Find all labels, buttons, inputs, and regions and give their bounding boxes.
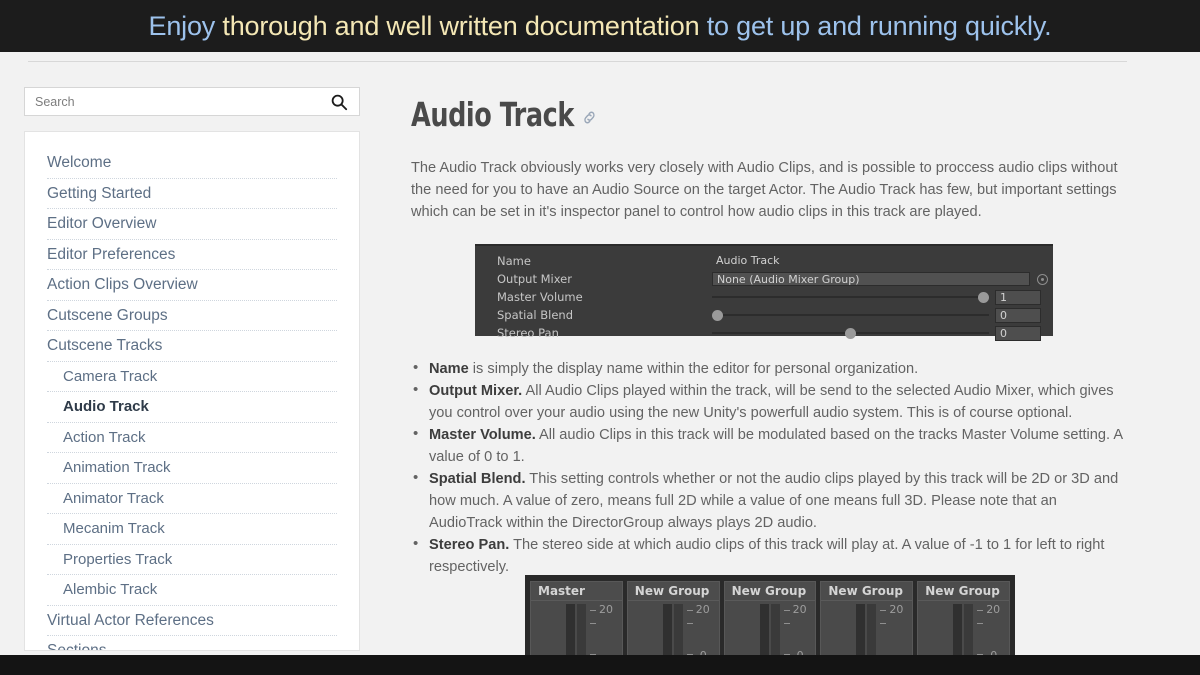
mixer-strip-title: New Group bbox=[918, 582, 1009, 601]
bullet-text: This setting controls whether or not the… bbox=[429, 471, 1119, 531]
scale-tick bbox=[590, 623, 596, 624]
sidebar-item-audio-track[interactable]: Audio Track bbox=[47, 392, 337, 423]
sidebar-item-getting-started[interactable]: Getting Started bbox=[47, 179, 337, 209]
list-item: Spatial Blend. This setting controls whe… bbox=[411, 467, 1127, 534]
inspector-row-output-mixer: Output Mixer None (Audio Mixer Group) bbox=[475, 270, 1053, 288]
scale-tick bbox=[686, 610, 693, 611]
inspector-row-master-volume: Master Volume 1 bbox=[475, 288, 1053, 306]
banner-text-part-3: to get up and running quickly. bbox=[699, 10, 1052, 41]
bullet-text: The stereo side at which audio clips of … bbox=[429, 537, 1105, 575]
banner-text-part-2: thorough and well written documentation bbox=[222, 10, 700, 41]
slider-knob[interactable] bbox=[712, 310, 723, 321]
inspector-value-spatial-blend[interactable]: 0 bbox=[995, 307, 1041, 323]
list-item: Master Volume. All audio Clips in this t… bbox=[411, 423, 1127, 468]
scale-tick bbox=[977, 610, 984, 611]
search-input[interactable] bbox=[25, 88, 315, 115]
inspector-label-master-volume: Master Volume bbox=[497, 290, 583, 304]
scale-tick bbox=[686, 623, 693, 624]
bullet-term: Stereo Pan. bbox=[429, 537, 510, 553]
list-item: Name is simply the display name within t… bbox=[411, 357, 1127, 380]
mixer-strip-title: New Group bbox=[724, 582, 816, 601]
bullet-term: Output Mixer. bbox=[429, 383, 523, 399]
inspector-figure: Name Audio Track Output Mixer None (Audi… bbox=[475, 244, 1053, 341]
scale-tick bbox=[977, 623, 984, 624]
sidebar-item-sections[interactable]: Sections bbox=[47, 636, 337, 650]
scale-label-top: 20 bbox=[792, 603, 807, 616]
stereo-pan-slider[interactable] bbox=[712, 326, 989, 340]
inspector-label-stereo-pan: Stereo Pan bbox=[497, 326, 559, 340]
settings-bullet-list: Name is simply the display name within t… bbox=[411, 357, 1127, 578]
slider-track bbox=[712, 296, 989, 298]
mixer-strip-title: New Group bbox=[627, 582, 719, 601]
list-item: Output Mixer. All Audio Clips played wit… bbox=[411, 379, 1127, 424]
link-icon[interactable] bbox=[582, 95, 597, 124]
inspector-row-stereo-pan: Stereo Pan 0 bbox=[475, 324, 1053, 342]
inspector-label-name: Name bbox=[497, 254, 531, 268]
scale-tick bbox=[880, 623, 887, 624]
bullet-term: Master Volume. bbox=[429, 427, 536, 443]
top-banner: Enjoy thorough and well written document… bbox=[0, 0, 1200, 52]
scale-label-top: 20 bbox=[695, 603, 710, 616]
sidebar-item-cutscene-tracks[interactable]: Cutscene Tracks bbox=[47, 331, 337, 362]
mixer-strip-title: Master bbox=[531, 582, 622, 601]
sidebar-item-alembic-track[interactable]: Alembic Track bbox=[47, 575, 337, 606]
sidebar-item-animation-track[interactable]: Animation Track bbox=[47, 453, 337, 484]
sidebar-item-action-track[interactable]: Action Track bbox=[47, 423, 337, 453]
scale-label-top: 20 bbox=[599, 603, 613, 616]
header-divider bbox=[28, 61, 1127, 62]
bullet-text: is simply the display name within the ed… bbox=[468, 361, 919, 377]
sidebar-item-welcome[interactable]: Welcome bbox=[47, 148, 337, 179]
scale-tick bbox=[590, 610, 596, 611]
page-title: Audio Track bbox=[411, 95, 1027, 134]
inspector-value-master-volume[interactable]: 1 bbox=[995, 289, 1041, 305]
spatial-blend-slider[interactable] bbox=[712, 308, 989, 322]
bullet-term: Name bbox=[429, 361, 469, 377]
banner-headline: Enjoy thorough and well written document… bbox=[149, 11, 1052, 42]
scale-label-top: 20 bbox=[986, 603, 1001, 616]
slider-track bbox=[712, 314, 989, 316]
sidebar-item-editor-preferences[interactable]: Editor Preferences bbox=[47, 240, 337, 270]
inspector-value-output-mixer[interactable]: None (Audio Mixer Group) bbox=[712, 272, 1030, 286]
sidebar-item-cutscene-groups[interactable]: Cutscene Groups bbox=[47, 301, 337, 331]
bullet-term: Spatial Blend. bbox=[429, 471, 526, 487]
sidebar-item-properties-track[interactable]: Properties Track bbox=[47, 545, 337, 575]
inspector-value-stereo-pan[interactable]: 0 bbox=[995, 325, 1041, 341]
banner-text-part-1: Enjoy bbox=[148, 10, 223, 41]
inspector-label-spatial-blend: Spatial Blend bbox=[497, 308, 573, 322]
sidebar-item-editor-overview[interactable]: Editor Overview bbox=[47, 209, 337, 240]
mixer-strip-title: New Group bbox=[821, 582, 913, 601]
inspector-value-name[interactable]: Audio Track bbox=[712, 254, 1042, 268]
slider-knob[interactable] bbox=[845, 328, 856, 339]
page-title-text: Audio Track bbox=[411, 95, 574, 134]
slider-knob[interactable] bbox=[978, 292, 989, 303]
sidebar-nav: Welcome Getting Started Editor Overview … bbox=[24, 131, 360, 651]
intro-paragraph: The Audio Track obviously works very clo… bbox=[411, 160, 1118, 220]
sidebar: Welcome Getting Started Editor Overview … bbox=[24, 87, 360, 651]
master-volume-slider[interactable] bbox=[712, 290, 989, 304]
object-picker-icon[interactable] bbox=[1037, 273, 1048, 285]
inspector-row-name: Name Audio Track bbox=[475, 252, 1053, 270]
scale-tick bbox=[880, 610, 887, 611]
bullet-text: All Audio Clips played within the track,… bbox=[429, 383, 1114, 421]
sidebar-item-animator-track[interactable]: Animator Track bbox=[47, 484, 337, 514]
sidebar-item-mecanim-track[interactable]: Mecanim Track bbox=[47, 514, 337, 545]
sidebar-item-virtual-actor-references[interactable]: Virtual Actor References bbox=[47, 606, 337, 636]
search-icon[interactable] bbox=[330, 93, 348, 111]
inspector-label-output-mixer: Output Mixer bbox=[497, 272, 572, 286]
list-item: Stereo Pan. The stereo side at which aud… bbox=[411, 533, 1127, 578]
sidebar-item-camera-track[interactable]: Camera Track bbox=[47, 362, 337, 392]
sidebar-item-action-clips-overview[interactable]: Action Clips Overview bbox=[47, 270, 337, 301]
main-content: Audio Track The Audio Track obviously wo… bbox=[411, 95, 1127, 578]
bottom-bar bbox=[0, 655, 1200, 675]
search-box[interactable] bbox=[24, 87, 360, 116]
inspector-row-spatial-blend: Spatial Blend 0 bbox=[475, 306, 1053, 324]
scale-tick bbox=[783, 610, 790, 611]
scale-tick bbox=[783, 623, 790, 624]
scale-label-top: 20 bbox=[889, 603, 904, 616]
